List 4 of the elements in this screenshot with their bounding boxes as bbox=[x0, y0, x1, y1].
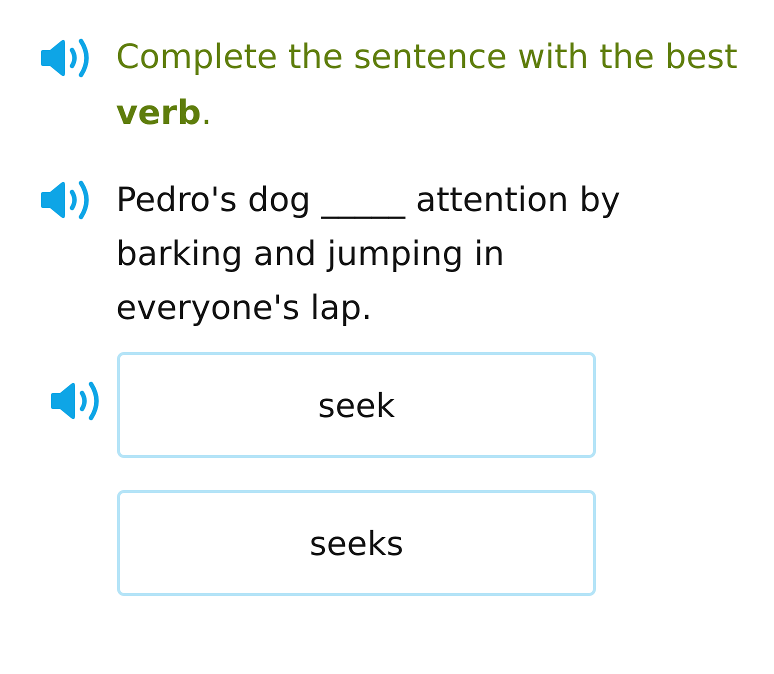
question-text: Pedro's dog _____ attention by barking and jumping in everyone's lap. bbox=[116, 179, 622, 329]
answer-choice-button[interactable]: seeks bbox=[117, 490, 596, 596]
answer-choice-button[interactable]: seek bbox=[117, 352, 596, 458]
instruction-text: Complete the sentence with the best verb. bbox=[116, 36, 738, 134]
